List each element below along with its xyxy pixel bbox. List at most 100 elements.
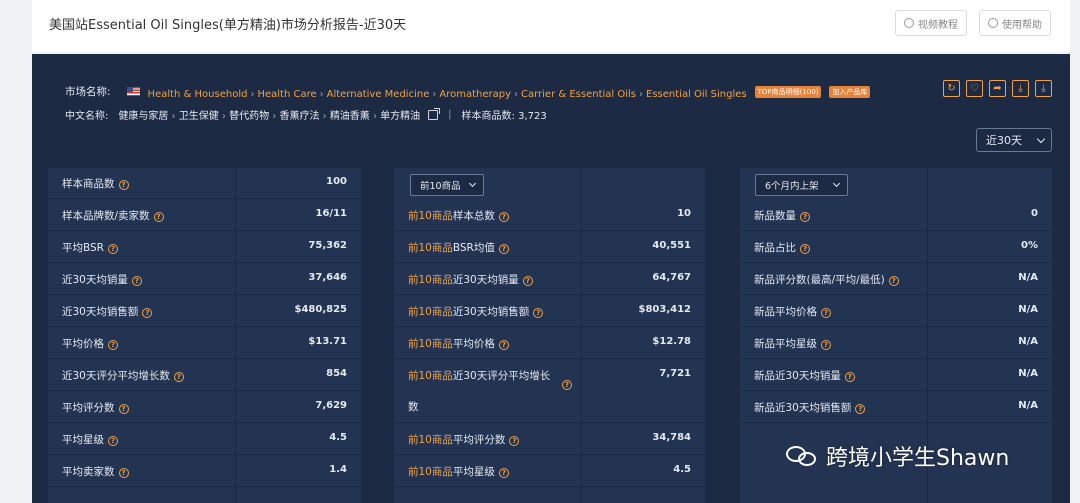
metric-label: 新品平均星级? (754, 336, 831, 351)
metric-label: 新品评分数(最高/平均/最低)? (754, 272, 899, 287)
help-icon[interactable]: ? (142, 308, 153, 318)
help-icon[interactable]: ? (118, 180, 129, 190)
breadcrumb-separator: › (639, 89, 644, 100)
help-icon[interactable]: ? (131, 276, 142, 286)
table-row: 前10商品近30天均销售额? $803,412 (394, 296, 705, 327)
metric-label: 前10商品样本总数? (408, 208, 509, 223)
top10-table: 前10商品 前10商品样本总数? 10 前10商品BSR均值? 40,551 前10商品… (394, 168, 705, 503)
metric-label: 新品近30天均销售额? (754, 400, 866, 415)
new-products-dropdown[interactable]: 6个月内上架 (755, 174, 848, 196)
help-icon[interactable]: ? (821, 308, 831, 318)
help-icon[interactable]: ? (562, 380, 572, 390)
table-row: 平均价格? $13.71 (48, 328, 361, 359)
help-icon[interactable]: ? (108, 436, 118, 446)
download-all-icon[interactable]: ⤓ (1035, 80, 1052, 97)
metric-value: N/A (1018, 304, 1038, 315)
breadcrumb-item[interactable]: Health Care (257, 89, 316, 100)
help-icon[interactable]: ? (498, 212, 509, 222)
help-icon[interactable]: ? (522, 276, 533, 286)
breadcrumb-item[interactable]: Health & Household (148, 89, 248, 100)
help-icon[interactable]: ? (173, 372, 184, 382)
metric-label-text: 样本总数 (452, 210, 495, 222)
metric-label: 样本商品数? (62, 176, 129, 191)
help-icon[interactable]: ? (107, 244, 118, 254)
refresh-icon[interactable]: ↻ (943, 80, 960, 97)
heart-icon[interactable]: ♡ (966, 80, 983, 97)
metric-label: 前10商品近30天均销售额? (408, 304, 544, 319)
metric-prefix: 前10商品 (408, 466, 453, 478)
path-item: 精油香薰 (329, 111, 370, 122)
metric-prefix: 前10商品 (408, 338, 453, 350)
help-icon (988, 18, 998, 28)
breadcrumb-item[interactable]: Carrier & Essential Oils (521, 89, 636, 100)
metric-label-text: 平均卖家数 (62, 466, 115, 478)
help-icon[interactable]: ? (509, 436, 520, 446)
metric-value: 100 (326, 176, 347, 187)
breadcrumb-item[interactable]: Essential Oil Singles (646, 89, 747, 100)
video-tutorial-button[interactable]: 视频教程 (895, 10, 967, 36)
top-products-tag[interactable]: TOP商品明细(100) (754, 85, 822, 98)
help-icon[interactable]: ? (118, 404, 129, 414)
help-icon[interactable]: ? (533, 308, 544, 318)
path-item: 健康与家居 (118, 111, 169, 122)
chevron-down-icon (468, 179, 477, 188)
external-link-icon[interactable] (428, 107, 441, 120)
metric-value: N/A (1018, 272, 1038, 283)
path-separator: › (369, 111, 381, 122)
help-icon[interactable]: ? (108, 340, 118, 350)
help-icon[interactable]: ? (800, 244, 810, 254)
top10-dropdown[interactable]: 前10商品 (410, 174, 484, 196)
metric-label: 平均卖家数? (62, 464, 129, 479)
help-icon[interactable]: ? (844, 372, 855, 382)
help-icon[interactable]: ? (118, 468, 129, 478)
path-item: 香薰疗法 (279, 111, 320, 122)
metric-label: 近30天均销量? (62, 272, 142, 287)
top10-dropdown-value: 前10商品 (420, 181, 461, 192)
path-separator: › (168, 111, 179, 122)
metric-value: 34,784 (652, 432, 691, 443)
breadcrumb-separator: › (250, 89, 255, 100)
help-icon[interactable]: ? (855, 404, 866, 414)
metric-label-text: 近30天均销售额 (62, 306, 139, 318)
help-icon[interactable]: ? (153, 212, 164, 222)
path-separator: › (269, 111, 280, 122)
help-icon[interactable]: ? (498, 244, 509, 254)
metric-value: 1.4 (329, 464, 347, 475)
help-icon[interactable]: ? (821, 340, 831, 350)
add-to-library-tag[interactable]: 加入产品库 (829, 85, 871, 98)
table-row: 新品近30天均销量? N/A (740, 360, 1052, 391)
table-row: 前10商品近30天均销量? 64,767 (394, 264, 705, 295)
video-tutorial-label: 视频教程 (918, 19, 958, 31)
help-icon[interactable]: ? (888, 276, 899, 286)
table-row: 样本品牌数/卖家数? 16/11 (48, 200, 361, 231)
metric-value: 854 (326, 368, 347, 379)
metric-label-text: 近30天评分平均增长数 (62, 370, 170, 382)
help-button[interactable]: 使用帮助 (979, 10, 1051, 36)
metric-label: 前10商品BSR均值? (408, 240, 509, 255)
breadcrumb-item[interactable]: Aromatherapy (439, 89, 511, 100)
breadcrumb-item[interactable]: Alternative Medicine (327, 89, 430, 100)
metric-label: 新品占比? (754, 240, 810, 255)
share-icon[interactable]: ➦ (989, 80, 1006, 97)
table-row: 平均BSR? 75,362 (48, 232, 361, 263)
table-row: 新品占比? 0% (740, 232, 1052, 263)
metric-label: 平均星级? (62, 432, 118, 447)
metric-label-text: 平均星级 (62, 434, 104, 446)
metric-value: 0 (1031, 208, 1038, 219)
metric-label: 前10商品平均评分数? (408, 432, 520, 447)
metric-label-text: 平均评分数 (62, 402, 115, 414)
help-icon[interactable]: ? (498, 468, 509, 478)
metric-label-text: 近30天均销售额 (452, 306, 530, 318)
help-icon[interactable]: ? (800, 212, 810, 222)
help-label: 使用帮助 (1002, 19, 1042, 31)
metric-prefix: 前10商品 (408, 210, 453, 222)
metric-value: 37,646 (308, 272, 347, 283)
toolbar: ↻ ♡ ➦ ⤓ ⤓ (943, 80, 1052, 97)
range-select[interactable]: 近30天 (976, 128, 1052, 152)
us-flag-icon (126, 87, 140, 96)
metric-value: $803,412 (638, 304, 691, 315)
breadcrumb-separator: › (319, 89, 324, 100)
help-icon[interactable]: ? (498, 340, 509, 350)
market-key: 市场名称: (65, 86, 111, 98)
download-icon[interactable]: ⤓ (1012, 80, 1029, 97)
